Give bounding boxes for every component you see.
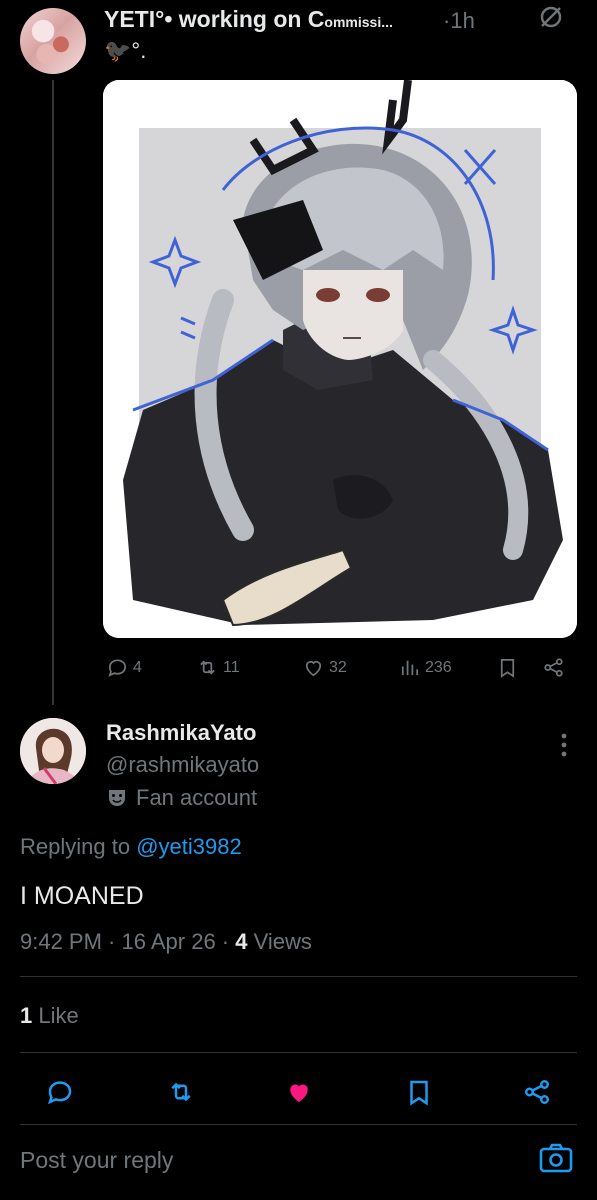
original-author-name[interactable]: YETI°• working on Commissi... xyxy=(104,6,393,33)
original-author-subtitle: 🐦‍⬛°. xyxy=(104,38,147,63)
bookmark-button[interactable] xyxy=(496,656,519,679)
more-options-icon[interactable] xyxy=(556,732,572,758)
repost-icon[interactable] xyxy=(166,1077,196,1107)
share-icon[interactable] xyxy=(522,1077,552,1107)
likes-summary[interactable]: 1 Like xyxy=(20,1003,79,1029)
repost-count: 11 xyxy=(223,658,240,676)
bookmark-icon[interactable] xyxy=(404,1077,434,1107)
bookmark-icon xyxy=(500,658,515,678)
views-icon xyxy=(401,660,419,676)
reply-author-handle[interactable]: @rashmikayato xyxy=(106,752,259,778)
replying-to: Replying to @yeti3982 xyxy=(20,834,242,859)
heart-icon xyxy=(305,660,322,677)
repost-action[interactable]: 11 xyxy=(196,656,240,679)
reply-author-avatar[interactable] xyxy=(20,718,86,784)
reply-input[interactable]: Post your reply xyxy=(20,1147,173,1174)
share-icon xyxy=(544,658,563,677)
views-count: 236 xyxy=(425,658,452,676)
theater-mask-icon xyxy=(109,790,125,806)
repost-icon xyxy=(200,660,215,675)
share-button[interactable] xyxy=(542,656,565,679)
reply-text: I MOANED xyxy=(20,882,144,910)
reply-meta: 9:42 PM · 16 Apr 26 · 4 Views xyxy=(20,929,312,954)
divider xyxy=(20,1124,577,1125)
camera-icon[interactable] xyxy=(538,1140,574,1176)
reply-icon[interactable] xyxy=(45,1077,75,1107)
views-action[interactable]: 236 xyxy=(398,656,452,679)
like-count: 32 xyxy=(329,658,347,676)
original-author-avatar[interactable] xyxy=(20,8,86,74)
divider xyxy=(20,1052,577,1053)
reply-action[interactable]: 4 xyxy=(106,656,142,679)
reply-count: 4 xyxy=(133,658,142,676)
post-image[interactable] xyxy=(103,80,577,638)
reply-icon xyxy=(108,659,127,677)
thread-connector-line xyxy=(52,80,54,705)
heart-icon[interactable] xyxy=(284,1077,314,1107)
fan-account-label: Fan account xyxy=(106,785,257,811)
grok-icon[interactable] xyxy=(538,4,564,37)
original-post-time: ·1h xyxy=(443,8,475,33)
replying-to-link[interactable]: @yeti3982 xyxy=(136,834,242,859)
divider xyxy=(20,976,577,977)
reply-author-name[interactable]: RashmikaYato xyxy=(106,720,256,746)
like-action[interactable]: 32 xyxy=(302,656,347,679)
